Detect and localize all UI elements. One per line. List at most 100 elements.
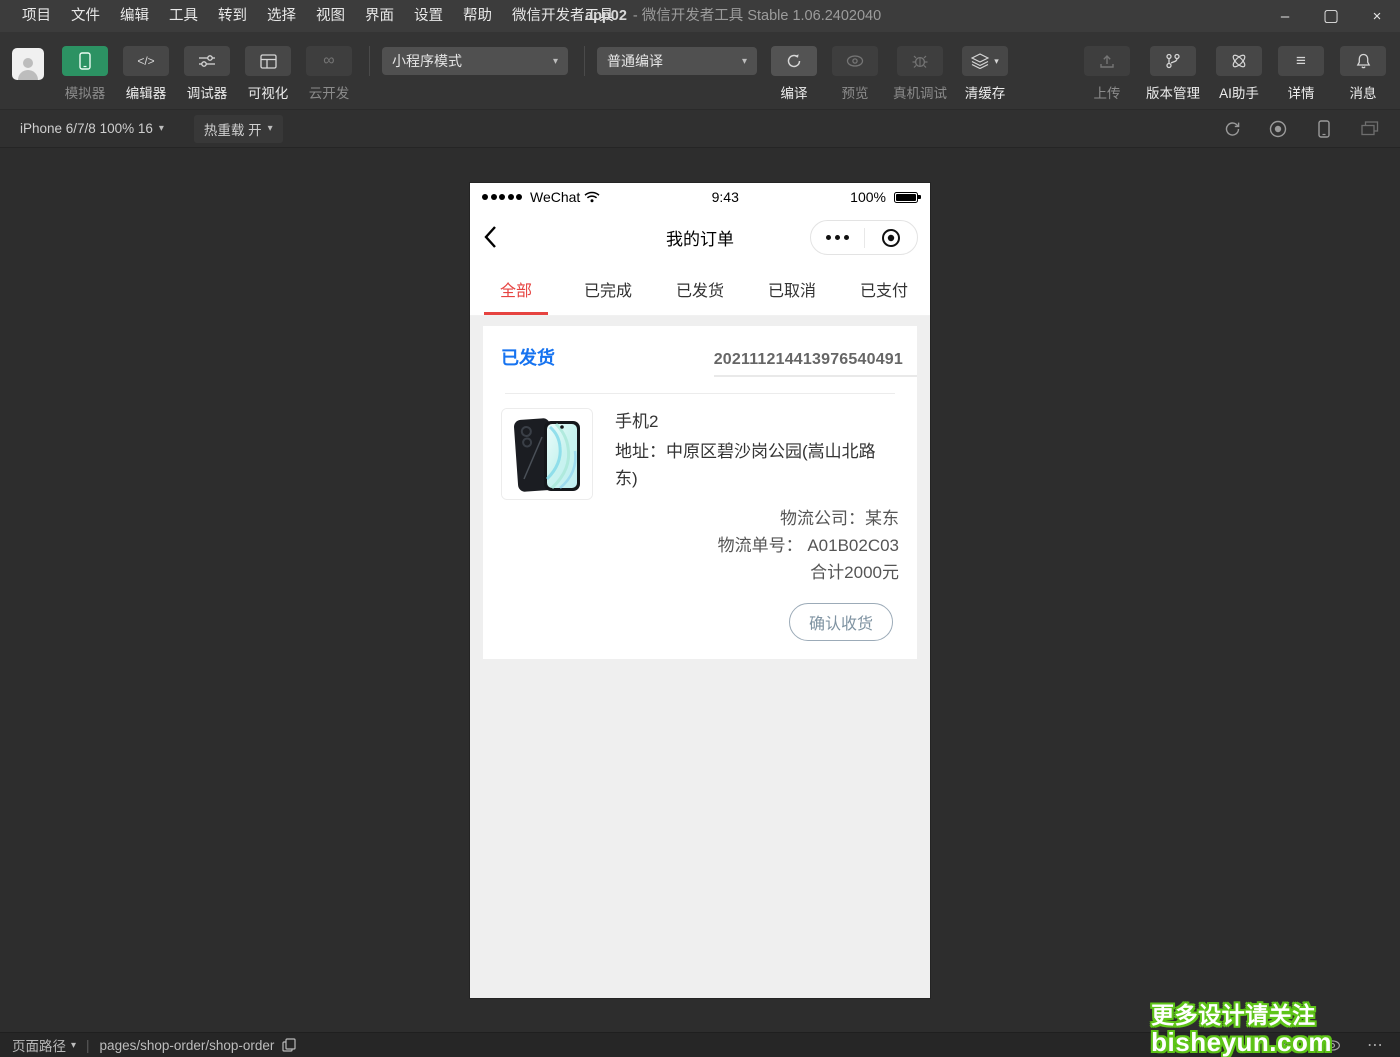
tab-cancelled[interactable]: 已取消 [746,263,838,315]
clear-cache-button[interactable]: ▾ 清缓存 [962,46,1008,102]
confirm-receipt-button[interactable]: 确认收货 [789,603,893,641]
menu-edit[interactable]: 编辑 [110,0,159,32]
editor-label: 编辑器 [126,82,167,102]
menu-file[interactable]: 文件 [61,0,110,32]
menu-bar: 项目 文件 编辑 工具 转到 选择 视图 界面 设置 帮助 微信开发者工具 ap… [0,0,1400,32]
mode-select-value: 小程序模式 [392,51,462,71]
debugger-button[interactable]: 调试器 [184,46,230,102]
device-view-icon[interactable] [1314,119,1334,139]
tab-shipped[interactable]: 已发货 [654,263,746,315]
clear-cache-label: 清缓存 [965,82,1006,102]
menu-select[interactable]: 选择 [257,0,306,32]
simulator-screen: WeChat 9:43 100% 我的订单 [470,183,930,998]
upload-label: 上传 [1094,82,1121,102]
preview-button[interactable]: 预览 [832,46,878,102]
exit-target-icon[interactable] [865,221,918,254]
toolbar-separator [369,46,370,76]
watermark-line1: 更多设计请关注 [1151,1003,1332,1028]
code-icon: </> [123,46,169,76]
battery-percent: 100% [850,189,886,205]
order-status: 已发货 [501,344,555,370]
restart-icon[interactable] [1222,119,1242,139]
tab-completed[interactable]: 已完成 [562,263,654,315]
signal-dots-icon [482,194,522,200]
visualize-button[interactable]: 可视化 [245,46,291,102]
editor-button[interactable]: </> 编辑器 [123,46,169,102]
maximize-button[interactable]: ▢ [1308,0,1354,32]
stop-icon[interactable] [1268,119,1288,139]
battery-icon [894,192,918,203]
compile-button[interactable]: 编译 [771,46,817,102]
device-select-value: iPhone 6/7/8 100% 16 [20,121,153,136]
cloud-dev-button[interactable]: ∞ 云开发 [306,46,352,102]
refresh-icon [771,46,817,76]
menu-interface[interactable]: 界面 [355,0,404,32]
phone-nav-bar: 我的订单 [470,211,930,263]
ai-assistant-button[interactable]: AI助手 [1216,46,1262,102]
toolbar-right-group: 上传 版本管理 AI助手 ≡ 详情 消息 [1068,46,1386,102]
product-row[interactable]: 手机2 地址：中原区碧沙岗公园(嵩山北路东) [483,394,917,500]
visualize-label: 可视化 [248,82,289,102]
hot-reload-toggle[interactable]: 热重载 开 ▾ [194,115,283,143]
phone-status-bar: WeChat 9:43 100% [470,183,930,211]
order-list: 已发货 202111214413976540491 [470,316,930,998]
logistics-company: 物流公司：某东 [501,506,899,533]
caret-down-icon: ▾ [268,123,273,134]
cloud-icon: ∞ [306,46,352,76]
compile-label: 编译 [781,82,808,102]
more-options-icon[interactable]: ⋯ [1367,1035,1384,1055]
git-branch-icon [1150,46,1196,76]
hamburger-icon: ≡ [1278,46,1324,76]
device-select[interactable]: iPhone 6/7/8 100% 16 ▾ [14,121,170,136]
toolbar: 模拟器 </> 编辑器 调试器 可视化 ∞ 云开发 小程序模式 ▾ 普通编译 ▾… [0,32,1400,110]
project-name: app02 [585,8,627,24]
menu-project[interactable]: 项目 [12,0,61,32]
tab-paid[interactable]: 已支付 [838,263,930,315]
version-manage-button[interactable]: 版本管理 [1146,46,1200,102]
preview-label: 预览 [842,82,869,102]
hot-reload-label: 热重载 开 [204,119,262,139]
more-dots-icon[interactable] [811,221,864,254]
simulator-button[interactable]: 模拟器 [62,46,108,102]
order-tabs: 全部 已完成 已发货 已取消 已支付 [470,263,930,316]
device-debug-button[interactable]: 真机调试 [893,46,947,102]
carrier-label: WeChat [530,189,580,205]
phone-icon [62,46,108,76]
minimize-button[interactable]: – [1262,0,1308,32]
cloud-dev-label: 云开发 [309,82,350,102]
ai-assistant-label: AI助手 [1219,82,1259,102]
menu-settings[interactable]: 设置 [404,0,453,32]
bug-icon [897,46,943,76]
back-icon[interactable] [484,222,514,252]
toolbar-separator [584,46,585,76]
page-path-dropdown[interactable]: 页面路径 ▾ [12,1035,76,1055]
close-button[interactable]: × [1354,0,1400,32]
copy-icon[interactable] [282,1038,296,1052]
caret-down-icon: ▾ [994,56,999,67]
messages-button[interactable]: 消息 [1340,46,1386,102]
page-path-value: pages/shop-order/shop-order [100,1038,275,1053]
product-name: 手机2 [615,408,895,436]
mode-select[interactable]: 小程序模式 ▾ [382,47,568,75]
float-window-icon[interactable] [1360,119,1380,139]
avatar-person-icon [23,58,33,68]
layers-icon: ▾ [962,46,1008,76]
device-bar: iPhone 6/7/8 100% 16 ▾ 热重载 开 ▾ [0,110,1400,148]
bell-icon [1340,46,1386,76]
caret-down-icon: ▾ [159,123,164,134]
details-label: 详情 [1288,82,1315,102]
eye-icon [832,46,878,76]
messages-label: 消息 [1350,82,1377,102]
order-address: 地址：中原区碧沙岗公园(嵩山北路东) [615,438,895,493]
window-controls: – ▢ × [1262,0,1400,32]
menu-goto[interactable]: 转到 [208,0,257,32]
menu-help[interactable]: 帮助 [453,0,502,32]
user-avatar[interactable] [12,48,44,80]
upload-button[interactable]: 上传 [1084,46,1130,102]
details-button[interactable]: ≡ 详情 [1278,46,1324,102]
caret-down-icon: ▾ [71,1040,76,1051]
menu-tools[interactable]: 工具 [159,0,208,32]
menu-view[interactable]: 视图 [306,0,355,32]
compile-mode-select[interactable]: 普通编译 ▾ [597,47,757,75]
tab-all[interactable]: 全部 [470,263,562,315]
